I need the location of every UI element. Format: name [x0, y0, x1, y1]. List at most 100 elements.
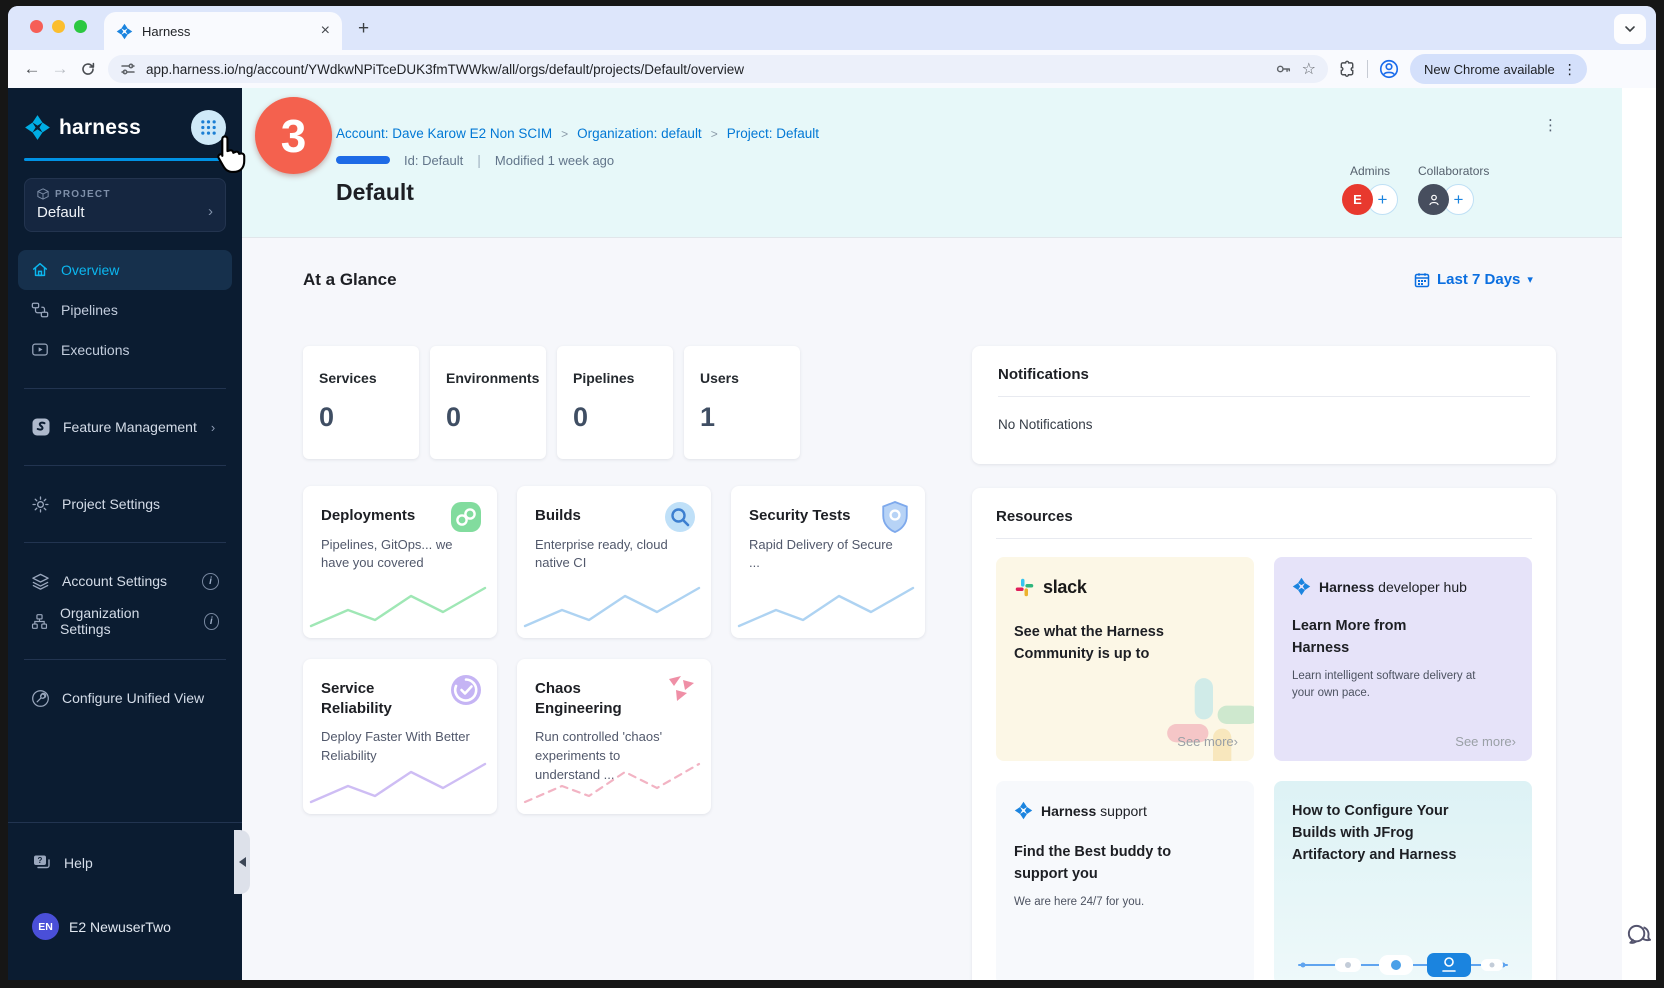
- sidebar-item-account-settings[interactable]: Account Settings i: [8, 561, 242, 601]
- stat-label: Users: [700, 370, 784, 386]
- admins-group: Admins E +: [1342, 164, 1398, 215]
- sidebar-item-configure-unified-view[interactable]: Configure Unified View: [8, 678, 242, 718]
- sidebar-item-label: Executions: [61, 342, 129, 358]
- module-card-chaos-engineering[interactable]: Chaos Engineering Run controlled 'chaos'…: [517, 659, 711, 814]
- extensions-icon[interactable]: [1338, 60, 1357, 79]
- cube-icon: [37, 188, 49, 200]
- sidebar-collapse-handle[interactable]: [234, 830, 250, 894]
- resource-heading: See what the Harness Community is up to: [1014, 622, 1194, 666]
- chevron-down-icon: [1624, 23, 1636, 35]
- wrench-icon: [31, 689, 50, 708]
- project-selector[interactable]: PROJECT Default ›: [24, 178, 226, 232]
- resource-heading: Find the Best buddy to support you: [1014, 842, 1204, 886]
- resource-tile-developer-hub[interactable]: Harness developer hub Learn More from Ha…: [1274, 557, 1532, 761]
- stat-card-users[interactable]: Users 1: [684, 346, 800, 459]
- calendar-icon: [1414, 272, 1430, 288]
- date-range-value: Last 7 Days: [1437, 271, 1520, 288]
- sidebar-item-pipelines[interactable]: Pipelines: [18, 290, 232, 330]
- module-card-deployments[interactable]: Deployments Pipelines, GitOps... we have…: [303, 486, 497, 638]
- sidebar-item-project-settings[interactable]: Project Settings: [8, 484, 242, 524]
- header-menu-icon[interactable]: ⋮: [1543, 118, 1558, 133]
- site-info-icon[interactable]: [120, 61, 136, 77]
- traffic-lights[interactable]: [30, 20, 87, 33]
- reload-button[interactable]: [74, 61, 102, 77]
- project-kicker: PROJECT: [55, 189, 111, 200]
- main-area: Account: Dave Karow E2 Non SCIM > Organi…: [242, 88, 1622, 980]
- resource-tile-support[interactable]: Harness support Find the Best buddy to s…: [996, 781, 1254, 980]
- content-area: At a Glance Last 7 Days ▾ Services 0 Env…: [242, 238, 1622, 980]
- bookmark-star-icon[interactable]: ☆: [1302, 59, 1316, 79]
- resource-heading: How to Configure Your Builds with JFrog …: [1292, 801, 1482, 866]
- password-key-icon[interactable]: [1274, 60, 1292, 78]
- sidebar-item-help[interactable]: ? Help: [32, 843, 218, 883]
- info-icon[interactable]: i: [202, 573, 219, 590]
- stat-card-environments[interactable]: Environments 0: [430, 346, 546, 459]
- harness-favicon-icon: [116, 23, 133, 40]
- chrome-update-pill[interactable]: New Chrome available ⋮: [1410, 54, 1587, 84]
- chevron-right-icon: ›: [1234, 734, 1238, 749]
- forward-button: →: [46, 59, 74, 79]
- breadcrumb-account[interactable]: Account: Dave Karow E2 Non SCIM: [336, 126, 552, 141]
- cursor-pointer-icon: [206, 130, 252, 176]
- stat-value: 1: [700, 402, 784, 433]
- sidebar: harness PROJECT Default ›: [8, 88, 242, 980]
- deployments-icon: [449, 500, 483, 539]
- profile-icon[interactable]: [1378, 58, 1400, 80]
- notifications-title: Notifications: [998, 366, 1530, 397]
- trend-sparkline: [303, 752, 497, 810]
- browser-menu-icon[interactable]: ⋮: [1563, 61, 1577, 78]
- module-title: Deployments: [321, 506, 441, 526]
- see-more-link[interactable]: See more›: [1455, 734, 1516, 749]
- pipelines-icon: [31, 301, 49, 319]
- stat-card-services[interactable]: Services 0: [303, 346, 419, 459]
- executions-icon: [31, 341, 49, 359]
- new-tab-button[interactable]: +: [358, 18, 369, 40]
- page-gutter: [1622, 88, 1656, 980]
- sidebar-item-executions[interactable]: Executions: [18, 330, 232, 370]
- back-button[interactable]: ←: [18, 59, 46, 79]
- url-bar[interactable]: app.harness.io/ng/account/YWdkwNPiTceDUK…: [108, 55, 1328, 83]
- trend-sparkline: [517, 576, 711, 634]
- divider: [24, 542, 226, 543]
- sidebar-footer: ? Help EN E2 NewuserTwo: [8, 822, 242, 980]
- divider: |: [477, 152, 481, 168]
- sidebar-item-organization-settings[interactable]: Organization Settings i: [8, 601, 242, 641]
- stat-label: Environments: [446, 370, 530, 386]
- notifications-panel: Notifications No Notifications: [972, 346, 1556, 464]
- collaborator-avatar[interactable]: [1418, 184, 1449, 215]
- slack-icon: [1014, 577, 1035, 598]
- module-card-service-reliability[interactable]: Service Reliability Deploy Faster With B…: [303, 659, 497, 814]
- help-chat-widget[interactable]: [1625, 922, 1652, 954]
- module-card-security-tests[interactable]: Security Tests Rapid Delivery of Secure …: [731, 486, 925, 638]
- sidebar-item-feature-management[interactable]: Feature Management ›: [8, 407, 242, 447]
- admin-avatar[interactable]: E: [1342, 184, 1373, 215]
- tab-search-button[interactable]: [1614, 14, 1646, 44]
- browser-tab[interactable]: Harness ×: [104, 12, 342, 50]
- breadcrumb-organization[interactable]: Organization: default: [577, 126, 702, 141]
- toolbar-divider: [1367, 60, 1368, 78]
- module-title: Builds: [535, 506, 655, 526]
- module-title: Security Tests: [749, 506, 869, 526]
- resource-tile-slack[interactable]: slack See what the Harness Community is …: [996, 557, 1254, 761]
- module-card-builds[interactable]: Builds Enterprise ready, cloud native CI: [517, 486, 711, 638]
- minimize-window-button[interactable]: [52, 20, 65, 33]
- stat-card-pipelines[interactable]: Pipelines 0: [557, 346, 673, 459]
- close-window-button[interactable]: [30, 20, 43, 33]
- user-menu[interactable]: EN E2 NewuserTwo: [32, 913, 218, 940]
- info-icon[interactable]: i: [204, 613, 219, 630]
- divider: [24, 465, 226, 466]
- tab-close-icon[interactable]: ×: [321, 23, 330, 39]
- see-more-link[interactable]: See more›: [1177, 734, 1238, 749]
- sidebar-item-overview[interactable]: Overview: [18, 250, 232, 290]
- brand-name: harness: [59, 116, 191, 140]
- slack-brand-name: slack: [1043, 577, 1087, 598]
- tab-title: Harness: [142, 24, 312, 39]
- resource-tile-jfrog[interactable]: How to Configure Your Builds with JFrog …: [1274, 781, 1532, 980]
- breadcrumb-project[interactable]: Project: Default: [727, 126, 819, 141]
- url-text[interactable]: app.harness.io/ng/account/YWdkwNPiTceDUK…: [146, 62, 1264, 77]
- maximize-window-button[interactable]: [74, 20, 87, 33]
- date-range-picker[interactable]: Last 7 Days ▾: [1414, 271, 1533, 288]
- admins-label: Admins: [1342, 164, 1398, 178]
- sidebar-item-label: Overview: [61, 262, 119, 278]
- breadcrumb: Account: Dave Karow E2 Non SCIM > Organi…: [336, 126, 1622, 141]
